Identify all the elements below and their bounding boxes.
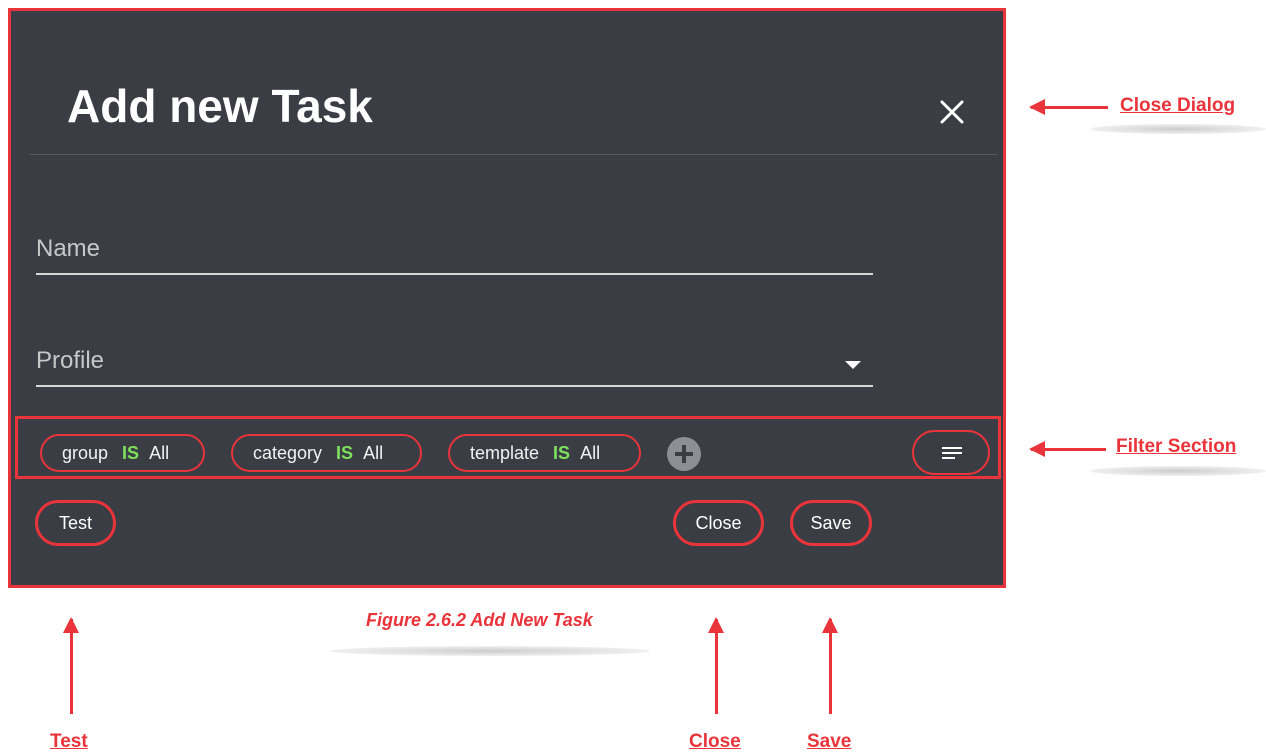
save-button[interactable]: Save xyxy=(790,500,872,546)
figure-caption: Figure 2.6.2 Add New Task xyxy=(366,610,593,630)
filter-value: All xyxy=(149,442,170,463)
callout-shadow xyxy=(1090,466,1266,476)
filter-menu-icon xyxy=(942,452,962,454)
test-button[interactable]: Test xyxy=(35,500,116,546)
callout-test: Test xyxy=(50,731,88,752)
filter-section-arrow-icon xyxy=(1029,441,1106,457)
close-button[interactable]: Close xyxy=(673,500,764,546)
dropdown-arrow-icon[interactable] xyxy=(845,361,861,369)
close-dialog-arrow-icon xyxy=(1029,99,1108,115)
filter-operator: IS xyxy=(553,442,571,463)
filter-chip-template[interactable]: template IS All xyxy=(448,434,641,472)
filter-field: group xyxy=(62,442,109,463)
dialog-title: Add new Task xyxy=(67,80,373,132)
name-input[interactable]: Name xyxy=(36,233,873,275)
profile-select[interactable]: Profile xyxy=(36,345,873,387)
filter-menu-icon xyxy=(942,447,962,449)
filter-operator: IS xyxy=(336,442,354,463)
filter-chip-category[interactable]: category IS All xyxy=(231,434,422,472)
test-arrow-icon xyxy=(63,617,79,714)
callout-close-dialog: Close Dialog xyxy=(1120,95,1236,116)
save-arrow-icon xyxy=(822,617,838,714)
filter-field: template xyxy=(470,442,540,463)
filter-value: All xyxy=(363,442,384,463)
title-divider xyxy=(29,154,997,155)
close-icon[interactable] xyxy=(939,99,965,125)
add-task-dialog: Add new Task Name Profile group IS All c… xyxy=(8,8,1006,588)
filter-menu-button[interactable] xyxy=(912,430,990,475)
name-label: Name xyxy=(36,235,101,262)
callout-filter-section: Filter Section xyxy=(1116,436,1237,457)
add-filter-icon[interactable] xyxy=(667,437,701,471)
callout-shadow xyxy=(1090,124,1266,134)
filter-operator: IS xyxy=(122,442,140,463)
filter-chip-group[interactable]: group IS All xyxy=(40,434,205,472)
filter-value: All xyxy=(580,442,601,463)
filter-field: category xyxy=(253,442,323,463)
profile-label: Profile xyxy=(36,347,105,374)
close-arrow-icon xyxy=(708,617,724,714)
callout-save: Save xyxy=(807,731,852,752)
caption-shadow xyxy=(330,646,650,656)
callout-close: Close xyxy=(689,731,741,752)
filter-section: group IS All category IS All template IS… xyxy=(15,416,1001,479)
filter-menu-icon xyxy=(942,457,955,459)
